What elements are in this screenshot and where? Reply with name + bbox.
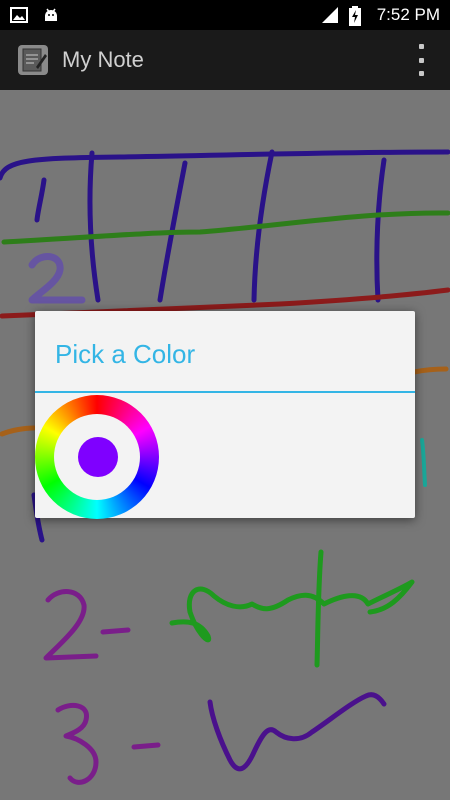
- dialog-title: Pick a Color: [55, 339, 196, 369]
- dialog-divider: [35, 391, 415, 393]
- clock: 7:52 PM: [376, 5, 440, 24]
- selected-color-button[interactable]: [78, 437, 118, 477]
- android-notification-icon: [42, 6, 60, 24]
- battery-charging-icon: [348, 6, 367, 26]
- action-bar: My Note: [0, 30, 450, 90]
- color-picker-dialog: Pick a Color: [35, 311, 415, 519]
- color-wheel[interactable]: [35, 395, 159, 519]
- gallery-notification-icon: [10, 6, 28, 24]
- overflow-menu-icon[interactable]: [414, 44, 428, 76]
- notepad-icon[interactable]: [18, 45, 48, 75]
- signal-icon: [321, 6, 339, 24]
- status-bar: 7:52 PM: [0, 0, 450, 30]
- app-title: My Note: [62, 47, 144, 72]
